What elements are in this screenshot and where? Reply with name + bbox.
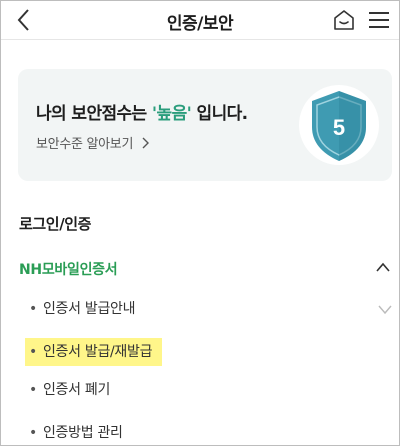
score-title-prefix: 나의 보안점수는	[36, 104, 152, 124]
top-bar: 인증/보안	[1, 1, 399, 40]
security-score-card: 나의 보안점수는 '높음' 입니다. 보안수준 알아보기 5	[18, 69, 392, 181]
learn-security-level-link[interactable]: 보안수준 알아보기	[36, 133, 149, 152]
score-title-suffix: 입니다.	[191, 104, 249, 124]
chevron-down-icon[interactable]	[377, 303, 393, 315]
shield-score: 5	[333, 115, 345, 140]
chevron-right-icon	[142, 137, 149, 149]
chevron-up-icon[interactable]	[375, 261, 391, 273]
cert-issue-guide-item[interactable]: • 인증서 발급안내	[29, 297, 135, 321]
cert-issue-guide-label: 인증서 발급안내	[42, 301, 136, 317]
learn-security-level-label: 보안수준 알아보기	[36, 137, 134, 152]
cert-revoke-label: 인증서 폐기	[42, 382, 111, 398]
login-auth-heading: 로그인/인증	[19, 215, 92, 233]
bullet-icon: •	[29, 344, 37, 360]
auth-method-manage-label: 인증방법 관리	[42, 425, 123, 441]
cert-issue-reissue-label: 인증서 발급/재발급	[42, 344, 153, 360]
nh-mobile-cert-toggle[interactable]: NH모바일인증서	[19, 259, 118, 279]
bullet-icon: •	[29, 301, 37, 317]
hamburger-menu-icon	[369, 12, 389, 28]
shield-icon: 5	[299, 85, 379, 165]
cert-issue-reissue-item[interactable]: • 인증서 발급/재발급	[25, 338, 163, 366]
auth-method-manage-item[interactable]: • 인증방법 관리	[29, 421, 123, 445]
cert-revoke-item[interactable]: • 인증서 폐기	[29, 378, 110, 402]
home-button[interactable]	[333, 9, 355, 31]
bullet-icon: •	[29, 425, 37, 441]
security-level: '높음'	[151, 104, 192, 124]
security-score-title: 나의 보안점수는 '높음' 입니다.	[36, 99, 248, 124]
app-frame: 인증/보안 나의 보안점수는 '높음' 입니다. 보안수준 알아보기 5 로그인…	[0, 0, 400, 446]
menu-button[interactable]	[367, 10, 391, 30]
bullet-icon: •	[29, 382, 37, 398]
home-icon	[334, 10, 354, 30]
